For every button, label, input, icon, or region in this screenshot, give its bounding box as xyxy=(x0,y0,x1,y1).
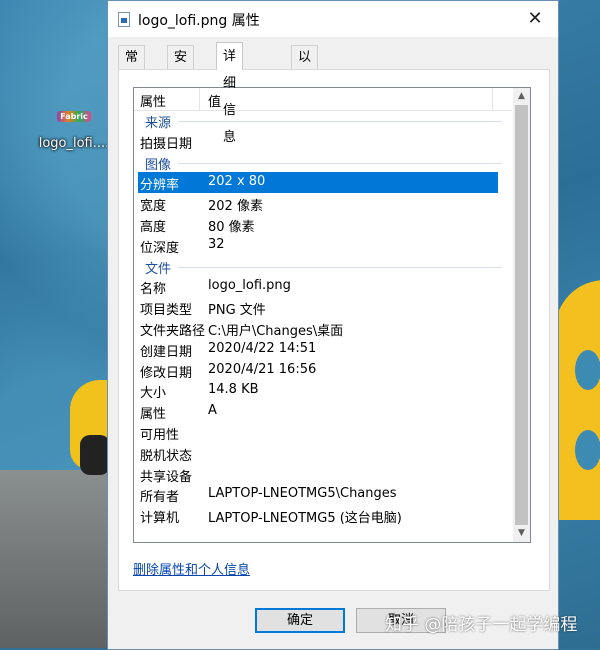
group-label: 文件 xyxy=(145,261,172,277)
remove-properties-link[interactable]: 删除属性和个人信息 xyxy=(133,559,250,578)
property-value: A xyxy=(208,403,217,419)
table-row[interactable]: 计算机 LAPTOP-LNEOTMG5 (这台电脑) xyxy=(134,505,512,526)
property-value: LAPTOP-LNEOTMG5 (这台电脑) xyxy=(208,511,402,527)
png-file-icon xyxy=(118,12,130,27)
table-row[interactable]: 共享设备 xyxy=(134,464,512,485)
property-name: 名称 xyxy=(140,282,167,298)
table-row[interactable]: 文件夹路径 C:\用户\Changes\桌面 xyxy=(134,318,512,339)
table-row[interactable]: 属性 A xyxy=(134,401,512,422)
property-name: 共享设备 xyxy=(140,469,193,485)
properties-dialog: logo_lofi.png 属性 ✕ 常规 安全 详细信息 以前的版本 属性 值… xyxy=(107,0,559,650)
property-value: 80 像素 xyxy=(208,219,255,235)
table-row[interactable]: 分辨率 202 x 80 xyxy=(138,172,498,193)
table-row[interactable]: 所有者 LAPTOP-LNEOTMG5\Changes xyxy=(134,484,512,505)
scroll-down-icon[interactable]: ▼ xyxy=(513,525,530,542)
wallpaper-spot xyxy=(575,430,600,470)
property-name: 项目类型 xyxy=(140,303,193,319)
property-list[interactable]: 属性 值 来源 拍摄日期 图像 分辨率 202 x 80 宽度 202 像素 高度 80 像素位… xyxy=(133,87,531,543)
table-row[interactable]: 项目类型 PNG 文件 xyxy=(134,297,512,318)
column-header-property[interactable]: 属性 xyxy=(140,91,166,110)
title-bar[interactable]: logo_lofi.png 属性 ✕ xyxy=(108,1,558,37)
desktop-file-label: logo_lofi.... xyxy=(38,136,110,151)
watermark: 知乎 @陪孩子一起学编程 xyxy=(385,615,578,635)
tab-previous-versions[interactable]: 以前的版本 xyxy=(291,45,319,157)
table-row[interactable]: 高度 80 像素 xyxy=(134,214,512,235)
property-name: 宽度 xyxy=(140,199,167,215)
property-value: C:\用户\Changes\桌面 xyxy=(208,323,344,339)
group-header[interactable]: 文件 xyxy=(134,256,512,277)
list-header: 属性 值 xyxy=(134,88,512,111)
property-value: PNG 文件 xyxy=(208,303,266,319)
vertical-scrollbar[interactable]: ▲ ▼ xyxy=(513,88,530,542)
table-row[interactable]: 修改日期 2020/4/21 16:56 xyxy=(134,360,512,381)
wallpaper-spot xyxy=(575,350,600,390)
property-value: 2020/4/22 14:51 xyxy=(208,340,317,356)
property-name: 修改日期 xyxy=(140,365,193,381)
property-value: 2020/4/21 16:56 xyxy=(208,361,317,377)
wallpaper-wheel xyxy=(80,435,110,475)
property-value: LAPTOP-LNEOTMG5\Changes xyxy=(208,486,397,502)
dialog-title: logo_lofi.png 属性 xyxy=(138,13,260,29)
group-divider xyxy=(178,266,502,268)
table-row[interactable]: 位深度 32 xyxy=(134,235,512,256)
property-name: 脱机状态 xyxy=(140,448,193,464)
property-value: 202 像素 xyxy=(208,199,263,215)
property-name: 拍摄日期 xyxy=(140,136,193,152)
property-name: 高度 xyxy=(140,219,167,235)
column-header-value[interactable]: 值 xyxy=(208,91,221,110)
property-value: 32 xyxy=(208,236,225,252)
property-name: 大小 xyxy=(140,386,167,402)
column-divider[interactable] xyxy=(492,88,493,110)
wallpaper-floor xyxy=(0,470,120,648)
file-thumbnail: Fabric xyxy=(57,111,91,122)
property-value: 14.8 KB xyxy=(208,382,259,398)
property-rows: 来源拍摄日期图像分辨率 202 x 80 宽度 202 像素高度 80 像素位深度 32 文… xyxy=(134,110,512,526)
property-name: 可用性 xyxy=(140,427,180,443)
table-row[interactable]: 拍摄日期 xyxy=(134,131,512,152)
property-name: 所有者 xyxy=(140,490,180,506)
property-name: 分辨率 xyxy=(140,178,180,194)
property-name: 创建日期 xyxy=(140,344,193,360)
ok-button[interactable]: 确定 xyxy=(255,608,345,633)
table-row[interactable]: 创建日期 2020/4/22 14:51 xyxy=(134,339,512,360)
table-row[interactable]: 宽度 202 像素 xyxy=(134,193,512,214)
group-header[interactable]: 图像 xyxy=(134,152,512,173)
table-row[interactable]: 脱机状态 xyxy=(134,443,512,464)
close-icon[interactable]: ✕ xyxy=(512,1,558,37)
group-label: 图像 xyxy=(145,157,172,173)
desktop-file-icon[interactable]: Fabric logo_lofi.... xyxy=(34,108,114,151)
property-value: 202 x 80 xyxy=(208,174,266,190)
table-row[interactable]: 可用性 xyxy=(134,422,512,443)
group-divider xyxy=(178,162,502,164)
scroll-up-icon[interactable]: ▲ xyxy=(513,88,530,105)
details-panel: 属性 值 来源 拍摄日期 图像 分辨率 202 x 80 宽度 202 像素 高度 80 像素位… xyxy=(118,69,550,591)
table-row[interactable]: 大小 14.8 KB xyxy=(134,380,512,401)
wallpaper-car-right xyxy=(555,280,600,520)
tab-details[interactable]: 详细信息 xyxy=(216,42,244,145)
table-row[interactable]: 名称 logo_lofi.png xyxy=(134,276,512,297)
property-name: 计算机 xyxy=(140,511,180,527)
property-name: 位深度 xyxy=(140,240,180,256)
property-name: 文件夹路径 xyxy=(140,323,206,339)
column-divider[interactable] xyxy=(199,88,200,110)
scroll-thumb[interactable] xyxy=(515,105,528,525)
tab-general[interactable]: 常规 xyxy=(118,45,146,88)
property-name: 属性 xyxy=(140,407,167,423)
group-header[interactable]: 来源 xyxy=(134,110,512,131)
tab-security[interactable]: 安全 xyxy=(167,45,195,88)
group-label: 来源 xyxy=(145,116,172,131)
property-value: logo_lofi.png xyxy=(208,278,291,294)
